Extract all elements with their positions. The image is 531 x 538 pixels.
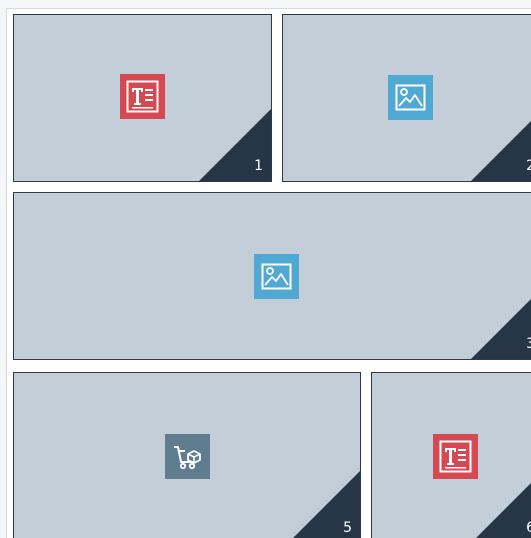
layout-canvas: 1 2 3 <box>0 0 531 538</box>
tile-number: 1 <box>254 158 263 174</box>
layout-tile-2[interactable]: 2 <box>282 14 531 182</box>
text-block-icon <box>433 434 478 479</box>
layout-tile-5[interactable]: 5 <box>13 372 361 538</box>
corner-badge <box>471 471 531 538</box>
tile-number: 6 <box>526 520 531 536</box>
tile-number: 2 <box>526 158 531 174</box>
tile-number: 3 <box>526 336 531 352</box>
image-block-icon <box>254 254 299 299</box>
text-block-icon <box>120 74 165 119</box>
layout-tile-6[interactable]: 6 <box>371 372 531 538</box>
layout-tile-3[interactable]: 3 <box>13 192 531 360</box>
shopping-cart-icon <box>165 434 210 479</box>
image-block-icon <box>388 75 433 120</box>
tile-number: 5 <box>343 520 352 536</box>
corner-badge <box>471 287 531 359</box>
layout-tile-1[interactable]: 1 <box>13 14 272 182</box>
corner-badge <box>471 109 531 181</box>
